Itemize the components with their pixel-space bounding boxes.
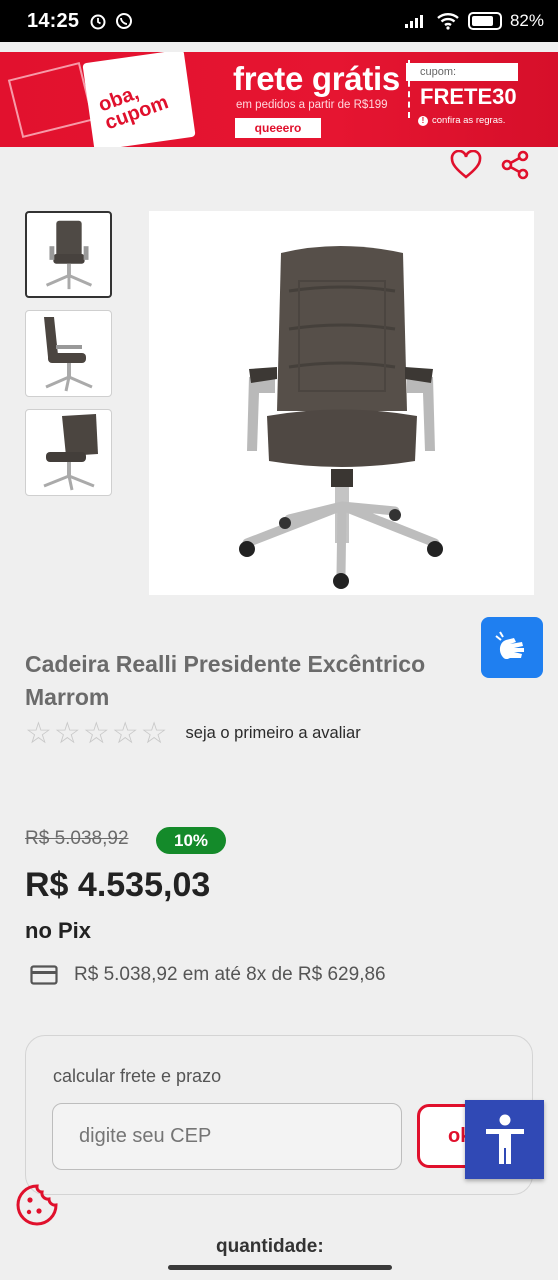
- chair-illustration: [239, 246, 443, 589]
- installments-text: R$ 5.038,92 em até 8x de R$ 629,86: [74, 964, 386, 985]
- wifi-icon: [437, 13, 459, 30]
- price-payment-method: no Pix: [25, 918, 92, 943]
- product-actions: [450, 150, 530, 180]
- promo-button[interactable]: queeero: [235, 118, 321, 138]
- coupon-label: cupom:: [406, 63, 518, 81]
- shipping-calculator: calcular frete e prazo ok: [25, 1035, 533, 1195]
- alarm-icon: [90, 14, 106, 30]
- chair-back-thumbnail-image: [43, 414, 98, 491]
- status-time: 14:25: [27, 9, 80, 32]
- coupon-rules-text: confira as regras.: [432, 115, 506, 126]
- discount-badge: 10%: [156, 827, 226, 854]
- chair-side-thumbnail-image: [44, 317, 93, 392]
- whatsapp-icon: [116, 13, 133, 29]
- promo-title: frete grátis: [233, 60, 400, 97]
- coupon-code: FRETE30: [420, 84, 517, 109]
- rating-stars[interactable]: ☆ ☆ ☆ ☆ ☆: [25, 716, 168, 751]
- cookie-icon[interactable]: [15, 1183, 59, 1227]
- product-title: Cadeira Realli Presidente Excêntrico Mar…: [25, 651, 426, 710]
- product-main-image[interactable]: [149, 211, 534, 595]
- product-rating[interactable]: ☆ ☆ ☆ ☆ ☆ seja o primeiro a avaliar: [25, 716, 361, 751]
- pix-price: R$ 4.535,03: [25, 866, 211, 904]
- old-price: R$ 5.038,92: [25, 828, 129, 849]
- shipping-label: calcular frete e prazo: [53, 1066, 222, 1086]
- star-icon[interactable]: ☆: [54, 716, 81, 751]
- gesture-nav-handle[interactable]: [168, 1265, 392, 1270]
- status-bar: 14:25 82%: [0, 0, 558, 42]
- star-icon[interactable]: ☆: [141, 716, 168, 751]
- info-icon: !: [418, 115, 428, 126]
- promo-subtitle: em pedidos a partir de R$199: [236, 99, 388, 111]
- accessibility-menu-button[interactable]: [465, 1100, 544, 1179]
- cep-input[interactable]: [52, 1103, 402, 1170]
- coupon-rules-link[interactable]: ! confira as regras.: [418, 115, 505, 126]
- thumbnail-back[interactable]: [25, 409, 112, 496]
- star-icon[interactable]: ☆: [25, 716, 52, 751]
- thumbnail-side[interactable]: [25, 310, 112, 397]
- chair-thumbnail-image: [45, 220, 93, 290]
- battery-icon: [467, 12, 502, 30]
- star-icon[interactable]: ☆: [112, 716, 139, 751]
- rating-prompt[interactable]: seja o primeiro a avaliar: [186, 724, 361, 743]
- envelope-graphic: [7, 61, 95, 139]
- star-icon[interactable]: ☆: [83, 716, 110, 751]
- ticket-text: oba, cupom: [95, 81, 172, 135]
- accessibility-icon: [485, 1114, 524, 1164]
- signal-icon: [404, 15, 423, 28]
- thumbnail-front[interactable]: [25, 211, 112, 298]
- quantity-label: quantidade:: [216, 1236, 324, 1257]
- battery-percent: 82%: [509, 11, 544, 30]
- credit-card-icon: [30, 965, 58, 985]
- installments-info: R$ 5.038,92 em até 8x de R$ 629,86: [30, 964, 386, 986]
- promo-banner[interactable]: oba, cupom frete grátis em pedidos a par…: [0, 52, 558, 147]
- sign-language-accessibility-button[interactable]: [481, 617, 543, 678]
- share-icon[interactable]: [500, 150, 530, 180]
- coupon-ticket-graphic: oba, cupom: [82, 52, 196, 147]
- sign-language-icon: [495, 630, 524, 659]
- heart-icon[interactable]: [450, 150, 482, 180]
